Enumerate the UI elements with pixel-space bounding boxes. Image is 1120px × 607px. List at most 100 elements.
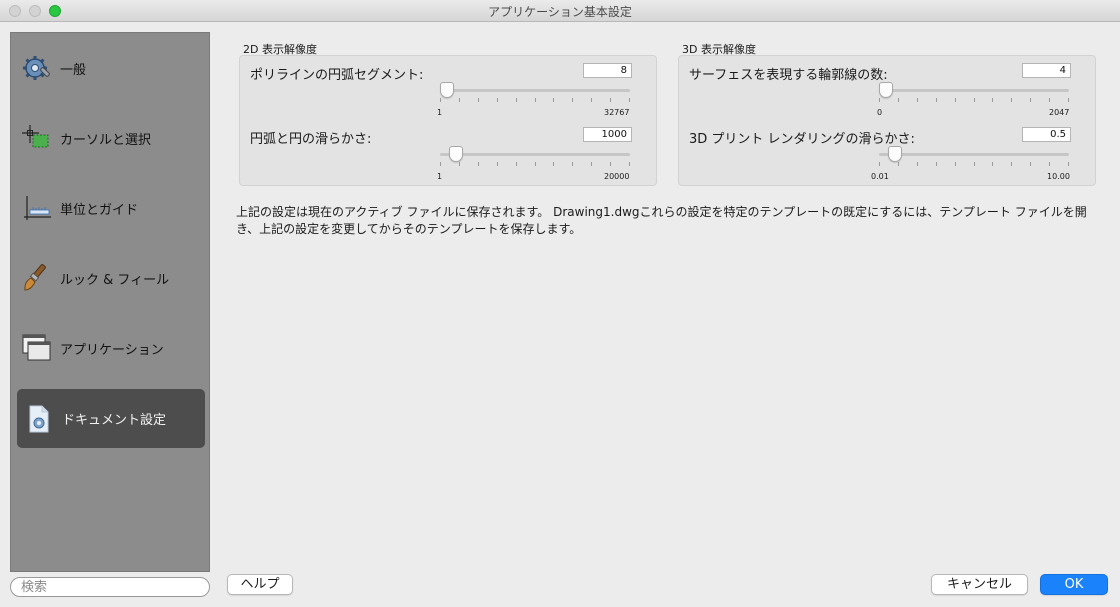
- sidebar-item-label: ルック & フィール: [60, 272, 170, 288]
- sidebar-item-label: ドキュメント設定: [62, 413, 167, 428]
- slider-max-label: 20000: [604, 172, 630, 181]
- slider-track: [440, 89, 630, 92]
- cancel-button[interactable]: キャンセル: [931, 574, 1028, 595]
- slider-ticks: [440, 98, 630, 102]
- slider-tick: [936, 98, 937, 102]
- slider-tick: [440, 162, 441, 166]
- slider-ticks: [440, 162, 630, 166]
- sidebar: 一般 カーソルと選択 単位とガイド ルック & フィール アプリケーション ドキ…: [10, 32, 210, 572]
- slider-tick: [478, 162, 479, 166]
- slider-tick: [1030, 98, 1031, 102]
- sidebar-item-units-guides[interactable]: 単位とガイド: [17, 179, 205, 237]
- slider-tick: [459, 98, 460, 102]
- slider-track: [879, 153, 1069, 156]
- 3d-print-smoothness-field[interactable]: 0.5: [1022, 127, 1071, 142]
- slider-tick: [1030, 162, 1031, 166]
- units-guides-icon: [22, 193, 52, 223]
- slider-tick: [591, 162, 592, 166]
- window-title: アプリケーション基本設定: [488, 5, 632, 19]
- slider-tick: [497, 162, 498, 166]
- slider-tick: [553, 98, 554, 102]
- slider-tick: [917, 98, 918, 102]
- slider-min-label: 1: [437, 108, 443, 117]
- help-button[interactable]: ヘルプ: [227, 574, 293, 595]
- slider-tick: [955, 98, 956, 102]
- slider-thumb[interactable]: [440, 82, 454, 98]
- slider-tick: [1068, 162, 1069, 166]
- arc-circle-smoothness-field[interactable]: 1000: [583, 127, 632, 142]
- surface-contour-lines-slider[interactable]: [879, 82, 1069, 106]
- slider-tick: [516, 162, 517, 166]
- slider-tick: [974, 98, 975, 102]
- slider-tick: [535, 98, 536, 102]
- sidebar-item-label: 一般: [60, 62, 87, 78]
- slider-thumb[interactable]: [879, 82, 893, 98]
- paintbrush-icon: [22, 263, 52, 293]
- polyline-arc-segments-field[interactable]: 8: [583, 63, 632, 78]
- slider-tick: [459, 162, 460, 166]
- sidebar-item-label: 単位とガイド: [60, 202, 139, 218]
- sidebar-item-application[interactable]: アプリケーション: [17, 319, 205, 377]
- slider-tick: [610, 98, 611, 102]
- gear-wrench-icon: [22, 53, 52, 83]
- slider-track: [879, 89, 1069, 92]
- slider-thumb[interactable]: [449, 146, 463, 162]
- crosshair-selection-icon: [22, 123, 52, 153]
- slider-tick: [535, 162, 536, 166]
- polyline-arc-segments-label: ポリラインの円弧セグメント:: [250, 68, 424, 83]
- slider-tick: [516, 98, 517, 102]
- slider-tick: [974, 162, 975, 166]
- slider-tick: [879, 98, 880, 102]
- windows-icon: [22, 333, 52, 363]
- sidebar-item-document-settings[interactable]: ドキュメント設定: [17, 389, 205, 448]
- sidebar-item-cursor-selection[interactable]: カーソルと選択: [17, 109, 205, 167]
- slider-tick: [1049, 162, 1050, 166]
- slider-tick: [610, 162, 611, 166]
- slider-tick: [917, 162, 918, 166]
- slider-tick: [478, 98, 479, 102]
- slider-tick: [955, 162, 956, 166]
- slider-tick: [629, 98, 630, 102]
- slider-thumb[interactable]: [888, 146, 902, 162]
- title-bar: アプリケーション基本設定: [0, 0, 1120, 22]
- slider-tick: [879, 162, 880, 166]
- search-input[interactable]: [10, 577, 210, 597]
- sidebar-item-label: アプリケーション: [60, 342, 164, 358]
- slider-min-label: 0.01: [871, 172, 889, 181]
- surface-contour-lines-label: サーフェスを表現する輪郭線の数:: [689, 68, 888, 83]
- slider-ticks: [879, 98, 1069, 102]
- polyline-arc-segments-slider[interactable]: [440, 82, 630, 106]
- sidebar-item-label: カーソルと選択: [60, 132, 152, 148]
- slider-tick: [591, 98, 592, 102]
- slider-tick: [572, 162, 573, 166]
- slider-tick: [572, 98, 573, 102]
- sidebar-item-general[interactable]: 一般: [17, 39, 205, 97]
- arc-circle-smoothness-slider[interactable]: [440, 146, 630, 170]
- slider-tick: [992, 98, 993, 102]
- document-icon: [24, 404, 54, 434]
- slider-max-label: 2047: [1049, 108, 1070, 117]
- slider-tick: [1011, 98, 1012, 102]
- sidebar-item-look-feel[interactable]: ルック & フィール: [17, 249, 205, 307]
- slider-tick: [898, 162, 899, 166]
- slider-tick: [936, 162, 937, 166]
- slider-tick: [440, 98, 441, 102]
- slider-tick: [1068, 98, 1069, 102]
- slider-ticks: [879, 162, 1069, 166]
- slider-max-label: 10.00: [1047, 172, 1070, 181]
- slider-tick: [1011, 162, 1012, 166]
- 3d-print-smoothness-slider[interactable]: [879, 146, 1069, 170]
- 3d-print-smoothness-label: 3D プリント レンダリングの滑らかさ:: [689, 132, 915, 147]
- settings-info-text: 上記の設定は現在のアクティブ ファイルに保存されます。 Drawing1.dwg…: [236, 205, 1087, 236]
- slider-track: [440, 153, 630, 156]
- ok-button[interactable]: OK: [1040, 574, 1108, 595]
- surface-contour-lines-field[interactable]: 4: [1022, 63, 1071, 78]
- slider-tick: [1049, 98, 1050, 102]
- display-resolution-3d-group: サーフェスを表現する輪郭線の数: 4 0 2047 3D プリント レンダリング…: [678, 55, 1096, 186]
- slider-tick: [992, 162, 993, 166]
- slider-tick: [629, 162, 630, 166]
- slider-min-label: 1: [437, 172, 443, 181]
- slider-tick: [497, 98, 498, 102]
- slider-tick: [898, 98, 899, 102]
- slider-tick: [553, 162, 554, 166]
